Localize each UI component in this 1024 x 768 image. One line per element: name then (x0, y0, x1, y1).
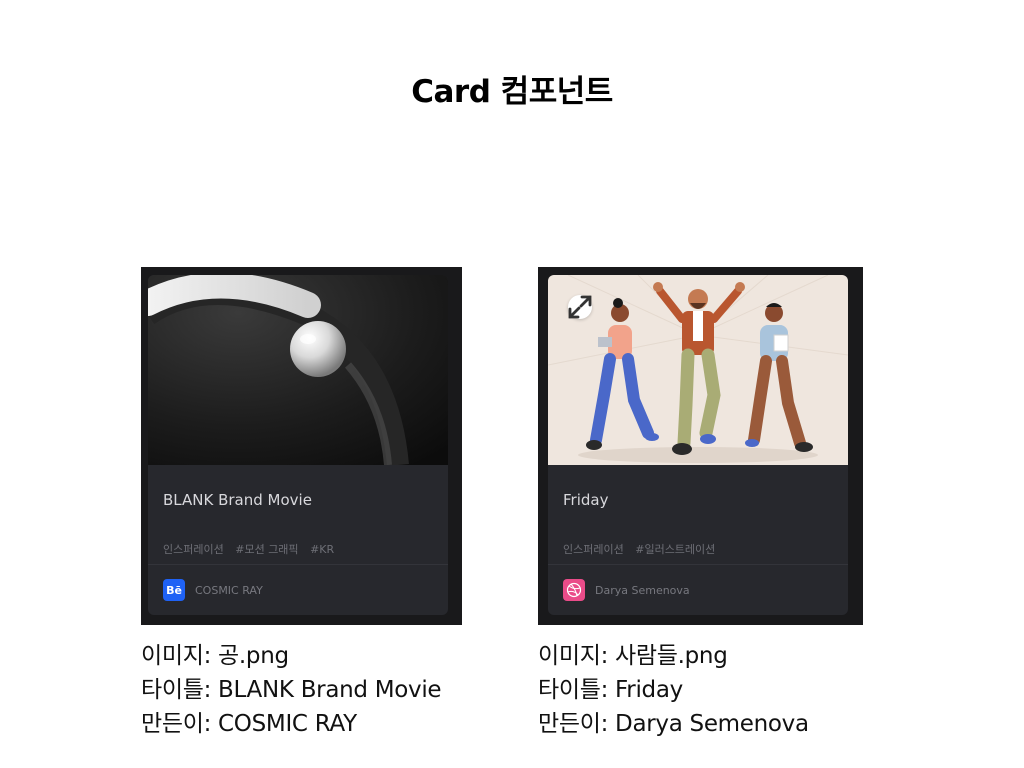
info-title: 타이틀: Friday (538, 677, 683, 703)
card-author[interactable]: COSMIC RAY (195, 584, 263, 597)
card-tags: 인스퍼레이션 #일러스트레이션 (563, 541, 723, 557)
info-author: 만든이: Darya Semenova (538, 711, 809, 737)
card-divider (148, 564, 448, 565)
info-image: 이미지: 공.png (141, 643, 289, 669)
card-info-blank-brand-movie: 이미지: 공.png 타이틀: BLANK Brand Movie 만든이: C… (141, 639, 442, 741)
card-tags: 인스퍼레이션 #모션 그래픽 #KR (163, 541, 342, 557)
card-friday[interactable]: Friday 인스퍼레이션 #일러스트레이션 Darya Semenova (548, 275, 848, 615)
info-author: 만든이: COSMIC RAY (141, 711, 357, 737)
tag[interactable]: #일러스트레이션 (635, 543, 715, 556)
card-blank-brand-movie[interactable]: BLANK Brand Movie 인스퍼레이션 #모션 그래픽 #KR Bē … (148, 275, 448, 615)
tag[interactable]: #모션 그래픽 (235, 543, 298, 556)
ball-image (148, 275, 448, 465)
info-image: 이미지: 사람들.png (538, 643, 728, 669)
card-frame-friday: Friday 인스퍼레이션 #일러스트레이션 Darya Semenova (538, 267, 863, 625)
info-title: 타이틀: BLANK Brand Movie (141, 677, 442, 703)
behance-icon[interactable]: Bē (163, 579, 185, 601)
card-info-friday: 이미지: 사람들.png 타이틀: Friday 만든이: Darya Seme… (538, 639, 809, 741)
card-frame-blank-brand-movie: BLANK Brand Movie 인스퍼레이션 #모션 그래픽 #KR Bē … (141, 267, 462, 625)
expand-arrows-icon (568, 295, 592, 319)
card-footer: Darya Semenova (563, 578, 690, 602)
people-illustration (548, 275, 848, 465)
tag[interactable]: 인스퍼레이션 (563, 543, 624, 556)
card-author[interactable]: Darya Semenova (595, 584, 690, 597)
expand-icon[interactable] (568, 295, 592, 319)
card-divider (548, 564, 848, 565)
card-title[interactable]: Friday (563, 491, 608, 509)
card-footer: Bē COSMIC RAY (163, 578, 263, 602)
card-thumbnail-people[interactable] (548, 275, 848, 465)
tag[interactable]: 인스퍼레이션 (163, 543, 224, 556)
card-title[interactable]: BLANK Brand Movie (163, 491, 312, 509)
tag[interactable]: #KR (310, 543, 334, 556)
dribbble-icon[interactable] (563, 579, 585, 601)
dribbble-ball-icon (566, 582, 582, 598)
card-thumbnail-ball[interactable] (148, 275, 448, 465)
page-title: Card 컴포넌트 (411, 74, 613, 110)
